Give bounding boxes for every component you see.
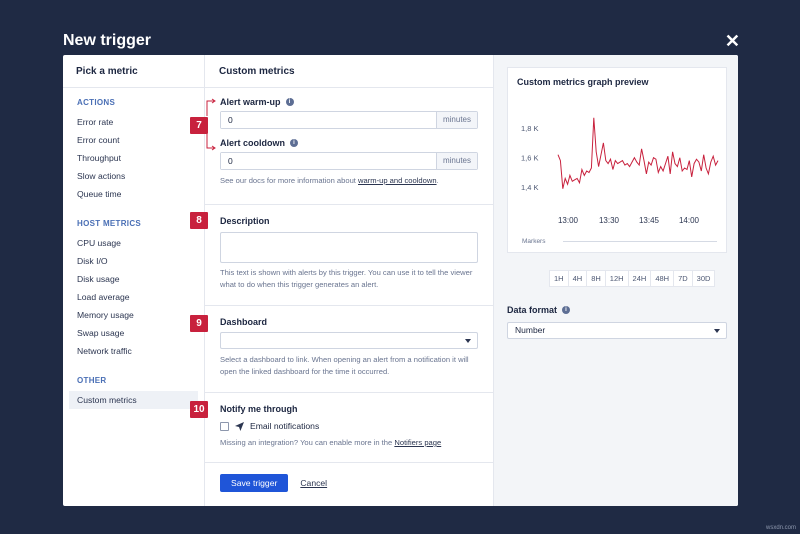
sidebar-item-swap-usage[interactable]: Swap usage: [63, 324, 204, 342]
sidebar-item-custom-metrics[interactable]: Custom metrics: [69, 391, 198, 409]
range-4h[interactable]: 4H: [569, 271, 588, 286]
data-format-value: Number: [515, 325, 546, 335]
cooldown-suffix: minutes: [435, 153, 477, 169]
range-48h[interactable]: 48H: [651, 271, 675, 286]
description-help: This text is shown with alerts by this t…: [220, 268, 473, 289]
description-section: 8 Description This text is shown with al…: [190, 205, 493, 306]
warmup-label-text: Alert warm-up: [220, 97, 281, 107]
sidebar-item-cpu-usage[interactable]: CPU usage: [63, 234, 204, 252]
y-tick-label: 1,4 K: [521, 183, 539, 192]
series-line: [557, 117, 719, 189]
notifiers-page-link[interactable]: Notifiers page: [394, 438, 441, 447]
info-icon[interactable]: i: [562, 306, 571, 314]
sidebar-section-title: HOST METRICS: [77, 219, 142, 228]
docs-help-prefix: See our docs for more information about: [220, 176, 359, 185]
dashboard-help: Select a dashboard to link. When opening…: [220, 355, 469, 376]
metrics-line-chart: 1,8 K 1,6 K 1,4 K 13:00 13:30 13:45 14:00: [521, 117, 719, 225]
save-trigger-button[interactable]: Save trigger: [220, 474, 289, 492]
chevron-down-icon: [465, 339, 471, 343]
range-24h[interactable]: 24H: [629, 271, 652, 286]
cooldown-input[interactable]: [221, 153, 436, 169]
range-1h[interactable]: 1H: [550, 271, 569, 286]
dashboard-label: Dashboard: [220, 317, 268, 327]
email-notification-label: Email notifications: [250, 421, 320, 431]
x-tick-label: 14:00: [679, 216, 700, 225]
range-12h[interactable]: 12H: [606, 271, 629, 286]
sidebar-item-network-traffic[interactable]: Network traffic: [63, 342, 204, 360]
sidebar-item-slow-actions[interactable]: Slow actions: [63, 167, 204, 185]
metric-sidebar: Pick a metric ACTIONS Error rate Error cou…: [63, 55, 205, 506]
graph-preview-card: Custom metrics graph preview 1,8 K 1,6 K1…: [507, 67, 727, 253]
chevron-down-icon: [714, 329, 720, 333]
sidebar-section-title: OTHER: [77, 376, 107, 385]
send-icon: [235, 421, 244, 431]
email-notification-option[interactable]: Email notifications: [220, 421, 478, 431]
cancel-button[interactable]: Cancel: [300, 478, 327, 488]
warmup-docs-link[interactable]: warm-up and cooldown: [358, 176, 437, 185]
sidebar-item-error-rate[interactable]: Error rate: [63, 113, 204, 131]
description-label: Description: [220, 216, 270, 226]
sidebar-heading: Pick a metric: [63, 55, 204, 88]
sidebar-item-throughput[interactable]: Throughput: [63, 149, 204, 167]
warmup-suffix: minutes: [435, 112, 477, 128]
preview-panel: Custom metrics graph preview 1,8 K 1,6 K1…: [494, 55, 738, 506]
y-tick-label: 1,8 K: [521, 124, 539, 133]
data-format-label-text: Data format: [507, 305, 558, 315]
cooldown-label-text: Alert cooldown: [220, 138, 285, 148]
dashboard-section: 9 Dashboard Select a dashboard to link. …: [190, 306, 493, 393]
sidebar-item-queue-time[interactable]: Queue time: [63, 185, 204, 203]
docs-help-text: See our docs for more information about …: [220, 175, 478, 187]
warmup-input-group: minutes: [220, 111, 478, 129]
sidebar-section-title: ACTIONS: [77, 98, 116, 107]
watermark: wsxdn.com: [765, 525, 796, 531]
cooldown-label: Alert cooldown i: [220, 138, 478, 148]
graph-preview-title: Custom metrics graph preview: [517, 77, 649, 87]
notify-label: Notify me through: [220, 404, 298, 414]
range-30d[interactable]: 30D: [693, 271, 715, 286]
dashboard-select[interactable]: [220, 332, 478, 349]
y-tick-label: 1,6 K: [521, 154, 539, 163]
sidebar-item-memory-usage[interactable]: Memory usage: [63, 306, 204, 324]
docs-help-suffix: .: [436, 176, 439, 185]
form-footer: Save trigger Cancel: [220, 474, 327, 492]
range-7d[interactable]: 7D: [674, 271, 693, 286]
markers-row: Markers: [522, 238, 718, 245]
step-badge-9: 9: [190, 315, 208, 332]
markers-track: [563, 241, 718, 242]
step-badge-10: 10: [190, 401, 208, 418]
sidebar-sections: ACTIONS Error rate Error count Throughput Sl…: [63, 98, 204, 409]
close-icon[interactable]: ✕: [725, 31, 740, 52]
data-format-select[interactable]: Number: [507, 322, 727, 339]
warmup-input[interactable]: [221, 112, 436, 128]
description-textarea[interactable]: [220, 232, 478, 263]
time-range-selector: 1H 4H 8H 12H 24H 48H 7D 30D: [549, 270, 716, 287]
sidebar-item-disk-usage[interactable]: Disk usage: [63, 270, 204, 288]
info-icon[interactable]: i: [290, 139, 298, 147]
x-tick-label: 13:30: [599, 216, 620, 225]
info-icon[interactable]: i: [285, 98, 294, 106]
form-heading: Custom metrics: [205, 55, 493, 88]
trigger-form: Custom metrics 7 Alert warm-up i minutes…: [190, 55, 494, 506]
email-checkbox[interactable]: [220, 421, 229, 431]
step-badge-7: 7: [190, 117, 208, 134]
modal-title: New trigger: [63, 32, 152, 49]
x-tick-label: 13:45: [639, 216, 660, 225]
warmup-label: Alert warm-up i: [220, 97, 478, 107]
sidebar-item-error-count[interactable]: Error count: [63, 131, 204, 149]
modal-header: New trigger ✕: [63, 31, 740, 52]
cooldown-input-group: minutes: [220, 152, 478, 170]
range-8h[interactable]: 8H: [587, 271, 606, 286]
x-tick-label: 13:00: [558, 216, 579, 225]
warmup-cooldown-section: 7 Alert warm-up i minutes Alert cooldown…: [190, 88, 493, 205]
notify-help: Missing an integration? You can enable m…: [220, 437, 478, 449]
sidebar-item-disk-i-o[interactable]: Disk I/O: [63, 252, 204, 270]
markers-label: Markers: [522, 238, 546, 245]
sidebar-item-load-average[interactable]: Load average: [63, 288, 204, 306]
data-format-label: Data format i: [507, 305, 571, 315]
notify-section: 10 Notify me through Email notifications…: [190, 393, 493, 463]
step-badge-8: 8: [190, 212, 208, 229]
notify-help-prefix: Missing an integration? You can enable m…: [220, 438, 395, 447]
new-trigger-modal: Pick a metric ACTIONS Error rate Error cou…: [63, 55, 738, 506]
